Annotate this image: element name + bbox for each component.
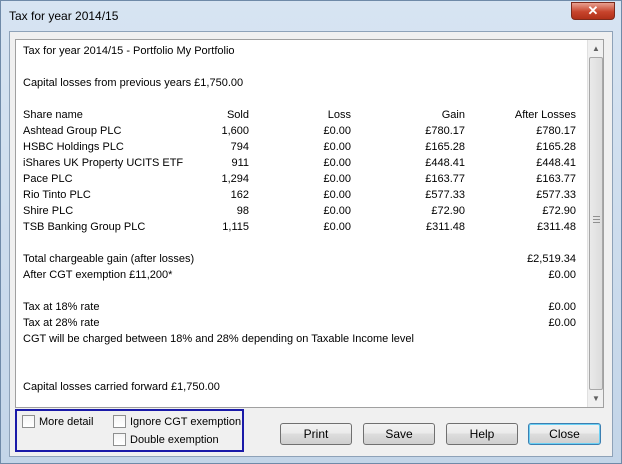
row-after-losses: £163.77 xyxy=(536,173,576,185)
report-heading: Tax for year 2014/15 - Portfolio My Port… xyxy=(23,45,235,57)
scroll-down-arrow-icon[interactable]: ▼ xyxy=(588,390,604,407)
row-share-name: Shire PLC xyxy=(23,205,74,217)
row-gain: £72.90 xyxy=(431,205,465,217)
row-sold: 794 xyxy=(230,141,249,153)
row-gain: £448.41 xyxy=(425,157,465,169)
scrollbar-grip-icon xyxy=(593,216,600,223)
row-sold: 1,600 xyxy=(221,125,249,137)
header-sold: Sold xyxy=(226,109,249,121)
title-bar[interactable]: Tax for year 2014/15 ✕ xyxy=(1,1,621,31)
tax-18-value: £0.00 xyxy=(548,301,576,313)
row-loss: £0.00 xyxy=(323,157,351,169)
row-share-name: iShares UK Property UCITS ETF xyxy=(23,157,184,169)
row-loss: £0.00 xyxy=(323,125,351,137)
losses-carried-forward: Capital losses carried forward £1,750.00 xyxy=(23,381,220,393)
dialog-client-area: Tax for year 2014/15 - Portfolio My Port… xyxy=(9,31,613,457)
previous-losses: Capital losses from previous years £1,75… xyxy=(23,77,244,89)
more-detail-option[interactable]: More detail xyxy=(22,415,93,428)
row-loss: £0.00 xyxy=(323,189,351,201)
scroll-up-arrow-icon[interactable]: ▲ xyxy=(588,40,604,57)
ignore-cgt-checkbox[interactable] xyxy=(113,415,126,428)
row-share-name: TSB Banking Group PLC xyxy=(23,221,146,233)
row-gain: £165.28 xyxy=(425,141,465,153)
row-loss: £0.00 xyxy=(323,205,351,217)
help-button[interactable]: Help xyxy=(446,423,518,445)
exemption-label: After CGT exemption £11,200* xyxy=(23,269,173,281)
row-loss: £0.00 xyxy=(323,221,351,233)
row-sold: 1,294 xyxy=(221,173,249,185)
exemption-value: £0.00 xyxy=(548,269,576,281)
row-share-name: Rio Tinto PLC xyxy=(23,189,91,201)
total-value: £2,519.34 xyxy=(527,253,576,265)
more-detail-checkbox[interactable] xyxy=(22,415,35,428)
row-sold: 911 xyxy=(231,157,249,169)
header-loss: Loss xyxy=(327,109,351,121)
row-sold: 1,115 xyxy=(222,221,249,233)
report-scrollbar[interactable]: ▲ ▼ xyxy=(587,40,603,407)
more-detail-label: More detail xyxy=(39,415,94,428)
row-after-losses: £311.48 xyxy=(537,221,576,233)
cgt-note: CGT will be charged between 18% and 28% … xyxy=(23,333,414,345)
print-button[interactable]: Print xyxy=(280,423,352,445)
tax-18-label: Tax at 18% rate xyxy=(23,301,100,313)
ignore-cgt-label: Ignore CGT exemption xyxy=(130,415,242,428)
tax-28-label: Tax at 28% rate xyxy=(23,317,100,329)
save-button[interactable]: Save xyxy=(363,423,435,445)
tax-28-value: £0.00 xyxy=(548,317,576,329)
row-share-name: Pace PLC xyxy=(23,173,73,185)
close-button[interactable]: Close xyxy=(528,423,601,445)
row-loss: £0.00 xyxy=(323,173,351,185)
dialog-window: Tax for year 2014/15 ✕ Tax for year 2014… xyxy=(0,0,622,464)
row-after-losses: £165.28 xyxy=(536,141,576,153)
row-sold: 98 xyxy=(236,205,249,217)
row-sold: 162 xyxy=(230,189,249,201)
row-gain: £577.33 xyxy=(425,189,465,201)
window-close-button[interactable]: ✕ xyxy=(571,2,615,20)
report-panel: Tax for year 2014/15 - Portfolio My Port… xyxy=(15,39,604,408)
total-label: Total chargeable gain (after losses) xyxy=(23,253,195,265)
double-exemption-label: Double exemption xyxy=(130,433,219,446)
row-share-name: HSBC Holdings PLC xyxy=(23,141,124,153)
row-gain: £780.17 xyxy=(425,125,465,137)
double-exemption-checkbox[interactable] xyxy=(113,433,126,446)
row-after-losses: £577.33 xyxy=(536,189,576,201)
options-group: More detail Ignore CGT exemption Double … xyxy=(15,409,244,452)
row-gain: £311.48 xyxy=(426,221,465,233)
row-loss: £0.00 xyxy=(323,141,351,153)
row-after-losses: £72.90 xyxy=(542,205,576,217)
header-gain: Gain xyxy=(441,109,465,121)
row-after-losses: £448.41 xyxy=(536,157,576,169)
row-after-losses: £780.17 xyxy=(536,125,576,137)
double-exemption-option[interactable]: Double exemption xyxy=(113,433,219,446)
ignore-cgt-option[interactable]: Ignore CGT exemption xyxy=(113,415,241,428)
row-share-name: Ashtead Group PLC xyxy=(23,125,122,137)
report-text-area[interactable]: Tax for year 2014/15 - Portfolio My Port… xyxy=(16,40,588,407)
header-after-losses: After Losses xyxy=(514,109,576,121)
window-title: Tax for year 2014/15 xyxy=(9,9,119,23)
scrollbar-thumb[interactable] xyxy=(589,57,603,390)
row-gain: £163.77 xyxy=(425,173,465,185)
header-share-name: Share name xyxy=(23,109,83,121)
